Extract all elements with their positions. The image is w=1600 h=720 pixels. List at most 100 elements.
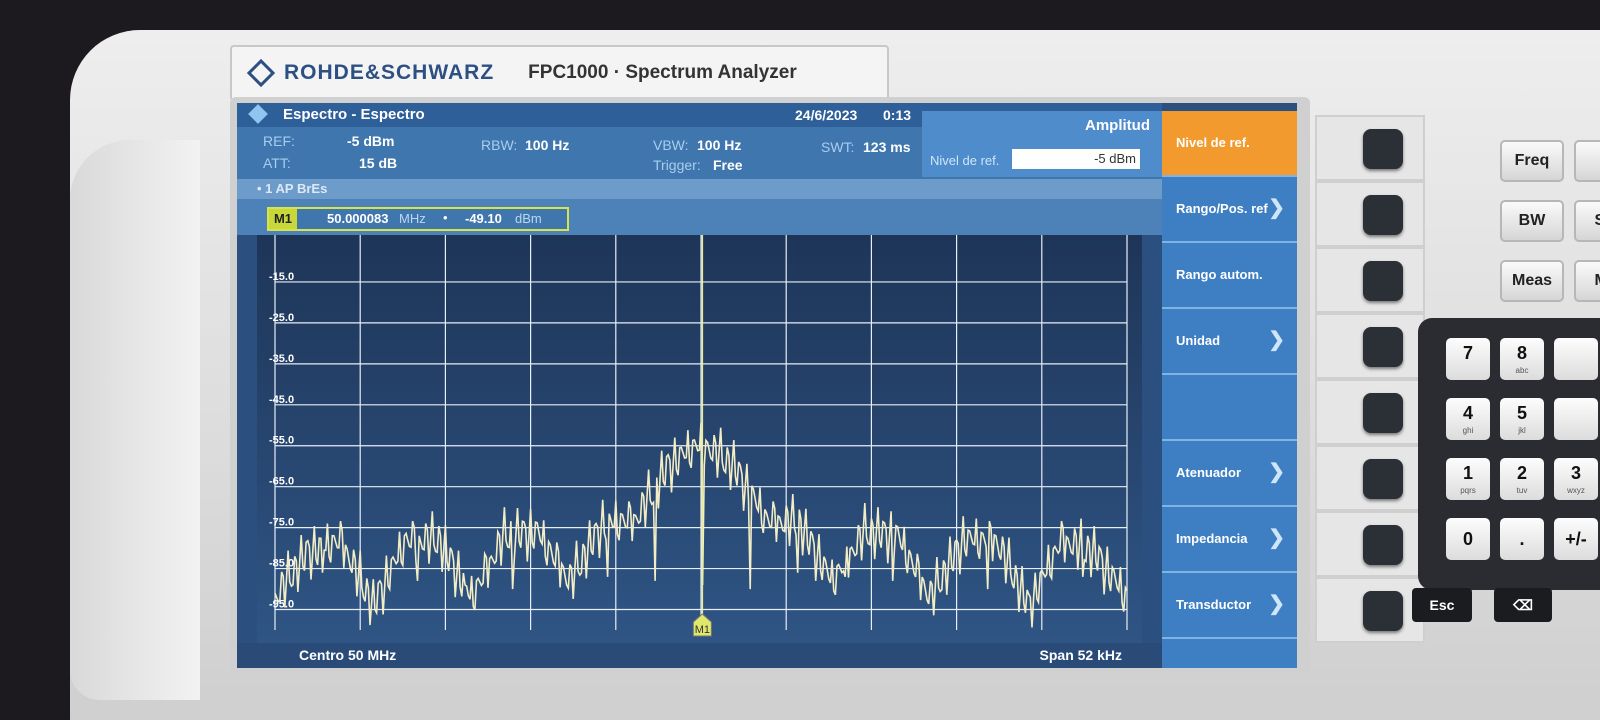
hardware-softkey-5[interactable] [1363,393,1403,433]
hardware-key-cell [1315,577,1425,643]
y-axis-ticks: -15.0 -25.0 -35.0 -45.0 -55.0 -65.0 -75.0 -85.0… [269,271,294,611]
key-decimal[interactable]: . [1500,518,1544,560]
key-2[interactable]: 2 tuv [1500,458,1544,500]
hardware-softkey-3[interactable] [1363,261,1403,301]
ref-label: REF: [263,133,295,149]
ref-level-input[interactable]: -5 dBm [1012,149,1140,169]
key-8[interactable]: 8 abc [1500,338,1544,380]
y-tick-label: -25.0 [269,312,294,324]
chevron-right-icon: ❯ [1268,197,1285,219]
softkey-attenuator[interactable]: Atenuador ❯ [1162,441,1297,507]
key-0[interactable]: 0 [1446,518,1490,560]
meas-key[interactable]: Meas [1500,260,1564,302]
bw-key[interactable]: BW [1500,200,1564,242]
amplitude-panel: Amplitud Nivel de ref. -5 dBm [922,111,1162,177]
att-label: ATT: [263,155,291,171]
s-key[interactable]: S [1574,140,1600,182]
softkey-range-pos[interactable]: Rango/Pos. ref ❯ [1162,177,1297,243]
swt-label: SWT: [821,139,855,155]
y-tick-label: -85.0 [269,558,294,570]
bottom-status-bar: Centro 50 MHz Span 52 kHz [237,643,1162,668]
key-9[interactable] [1554,338,1598,380]
hardware-key-cell [1315,313,1425,379]
mode-icon [248,104,268,124]
trace-info: • 1 AP BrEs [257,181,328,196]
key-4[interactable]: 4 ghi [1446,398,1490,440]
analyzer-screen: Espectro - Espectro 24/6/2023 0:13 REF: … [237,103,1297,668]
marker-tag: M1 [269,209,297,229]
time-display: 0:13 [883,107,912,123]
amplitude-title: Amplitud [1085,117,1150,134]
ref-level-label: Nivel de ref. [930,153,1000,168]
esc-key[interactable]: Esc [1412,588,1472,622]
brand-bar: ROHDE&SCHWARZ FPC1000 · Spectrum Analyze… [230,45,889,101]
y-tick-label: -35.0 [269,353,294,365]
chevron-right-icon: ❯ [1268,329,1285,351]
rbw-label: RBW: [481,137,518,153]
marker-readout[interactable]: M1 50.000083 MHz • -49.10 dBm [267,207,569,231]
rohde-schwarz-logo-icon [246,58,276,88]
key-5[interactable]: 5 jkl [1500,398,1544,440]
mode-key[interactable]: Mo [1574,260,1600,302]
numeric-keypad: 7 8 abc 4 ghi 5 jkl 1 pqrs 2 tuv 3 wxyz 0 . +/… [1418,318,1600,590]
marker-level-unit: dBm [515,211,542,226]
hardware-softkey-7[interactable] [1363,525,1403,565]
hardware-key-cell [1315,115,1425,181]
key-1[interactable]: 1 pqrs [1446,458,1490,500]
vbw-value: 100 Hz [697,137,742,153]
instrument-handle [70,140,200,700]
y-tick-label: -65.0 [269,476,294,488]
hardware-softkey-1[interactable] [1363,129,1403,169]
hardware-softkey-column [1315,115,1425,655]
softkey-auto-range[interactable]: Rango autom. [1162,243,1297,309]
span-label: Span 52 kHz [1039,647,1122,663]
marker-frequency: 50.000083 [327,211,389,226]
key-6[interactable] [1554,398,1598,440]
swt-value: 123 ms [863,139,911,155]
marker-row: M1 50.000083 MHz • -49.10 dBm [237,199,1162,235]
key-7[interactable]: 7 [1446,338,1490,380]
att-value: 15 dB [359,155,398,171]
y-tick-label: -95.0 [269,599,294,611]
brand-name: ROHDE&SCHWARZ [284,61,495,84]
chevron-right-icon: ❯ [1268,527,1285,549]
key-3[interactable]: 3 wxyz [1554,458,1598,500]
hardware-key-cell [1315,247,1425,313]
hardware-softkey-6[interactable] [1363,459,1403,499]
hardware-softkey-4[interactable] [1363,327,1403,367]
hardware-softkey-2[interactable] [1363,195,1403,235]
softkey-ref-level[interactable]: Nivel de ref. [1162,111,1297,177]
ref-value: -5 dBm [347,133,395,149]
chevron-right-icon: ❯ [1268,593,1285,615]
marker-separator: • [443,210,448,225]
spectrum-plot[interactable]: -15.0 -25.0 -35.0 -45.0 -55.0 -65.0 -75.0 -85.0… [237,235,1162,643]
marker-level: -49.10 [465,211,502,226]
marker-frequency-unit: MHz [399,211,426,226]
y-tick-label: -45.0 [269,394,294,406]
softkey-transducer[interactable]: Transductor ❯ [1162,573,1297,639]
softkey-impedance[interactable]: Impedancia ❯ [1162,507,1297,573]
sweep-key[interactable]: Sw [1574,200,1600,242]
y-tick-label: -75.0 [269,517,294,529]
softkey-menu: Nivel de ref. Rango/Pos. ref ❯ Rango auto… [1162,111,1297,668]
hardware-key-cell [1315,445,1425,511]
trigger-value: Free [713,157,743,173]
trace-info-row: • 1 AP BrEs [237,179,1162,199]
softkey-empty[interactable] [1162,375,1297,441]
hardware-key-cell [1315,379,1425,445]
center-frequency-label: Centro 50 MHz [299,647,397,663]
hardware-softkey-8[interactable] [1363,591,1403,631]
softkey-unit[interactable]: Unidad ❯ [1162,309,1297,375]
chevron-right-icon: ❯ [1268,461,1285,483]
trigger-label: Trigger: [653,157,701,173]
hardware-key-cell [1315,511,1425,577]
model-name: FPC1000 · Spectrum Analyzer [528,62,797,83]
freq-key[interactable]: Freq [1500,140,1564,182]
marker-flag-label: M1 [695,624,710,636]
key-plus-minus[interactable]: +/- [1554,518,1598,560]
y-tick-label: -15.0 [269,271,294,283]
hardware-key-cell [1315,181,1425,247]
date-display: 24/6/2023 [795,107,858,123]
y-tick-label: -55.0 [269,435,294,447]
backspace-icon[interactable]: ⌫ [1494,588,1552,622]
